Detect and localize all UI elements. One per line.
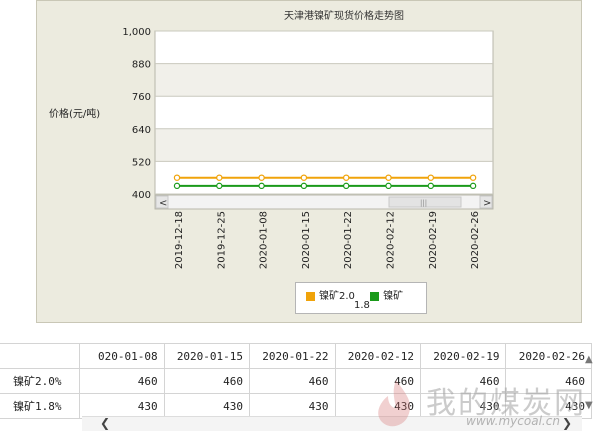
table-cell: 460 xyxy=(505,368,592,394)
data-table-area: 020-01-08 2020-01-15 2020-01-22 2020-02-… xyxy=(0,340,600,440)
chart-legend: 镍矿2.0 镍矿 1.8 xyxy=(295,282,427,314)
data-point xyxy=(469,182,477,190)
table-cell: 430 xyxy=(334,393,421,419)
column-header: 020-01-08 xyxy=(78,343,165,369)
table-vertical-scrollbar[interactable]: ▲ ▼ xyxy=(583,354,597,414)
y-tick-label: 760 xyxy=(132,92,151,103)
chevron-left-icon: < xyxy=(159,198,167,209)
table-cell: 460 xyxy=(419,368,507,394)
data-point xyxy=(173,182,181,190)
legend-swatch-green xyxy=(370,291,380,301)
column-header: 2020-02-12 xyxy=(334,343,421,369)
table-row: 镍矿2.0% 460 460 460 460 460 460 xyxy=(0,368,592,394)
data-point xyxy=(469,174,477,181)
data-point xyxy=(343,182,350,190)
data-point xyxy=(385,174,392,181)
table-header-row: 020-01-08 2020-01-15 2020-01-22 2020-02-… xyxy=(0,343,592,369)
table-cell: 430 xyxy=(419,393,507,419)
data-table: 020-01-08 2020-01-15 2020-01-22 2020-02-… xyxy=(0,343,592,419)
column-header: 2020-01-22 xyxy=(249,343,336,369)
chart-title: 天津港镍矿现货价格走势图 xyxy=(284,9,404,22)
column-header: 2020-02-26 xyxy=(505,343,592,369)
legend-label-2-wrap: 1.8 xyxy=(354,300,370,311)
y-axis-label: 价格(元/吨) xyxy=(49,107,100,120)
legend-swatch-orange xyxy=(306,291,315,301)
data-point xyxy=(258,174,265,181)
chevron-left-icon[interactable]: ❮ xyxy=(100,416,110,430)
x-tick-label: 2020-02-12 xyxy=(386,211,397,269)
chart-panel: 天津港镍矿现货价格走势图 1,000 880 760 640 520 400 价格(元/吨) <… xyxy=(36,0,582,323)
y-tick-label: 520 xyxy=(132,157,151,168)
y-tick-label: 640 xyxy=(132,125,151,136)
table-cell: 430 xyxy=(505,393,592,419)
x-tick-label: 2020-01-08 xyxy=(259,211,270,269)
price-chart: 天津港镍矿现货价格走势图 1,000 880 760 640 520 400 价格(元/吨) <… xyxy=(49,9,494,269)
table-corner xyxy=(0,343,80,369)
chevron-right-icon[interactable]: ❯ xyxy=(562,416,572,430)
scroll-up-icon[interactable]: ▲ xyxy=(585,354,593,365)
plot-band xyxy=(155,128,493,162)
table-cell: 460 xyxy=(334,368,421,394)
y-tick-label: 1,000 xyxy=(122,27,151,38)
column-header: 2020-02-19 xyxy=(419,343,507,369)
plot-band xyxy=(155,31,493,64)
chevron-right-icon: > xyxy=(483,198,491,209)
plot-band xyxy=(155,63,493,97)
data-point xyxy=(300,182,308,190)
table-row: 镍矿1.8% 430 430 430 430 430 430 xyxy=(0,393,592,419)
table-cell: 430 xyxy=(163,393,251,419)
data-point xyxy=(427,182,434,190)
table-cell: 430 xyxy=(249,393,336,419)
table-cell: 430 xyxy=(78,393,165,419)
x-tick-label: 2020-01-15 xyxy=(301,211,312,269)
column-header: 2020-01-15 xyxy=(163,343,251,369)
data-point xyxy=(427,174,434,181)
y-tick-label: 880 xyxy=(132,60,151,71)
row-label: 镍矿1.8% xyxy=(0,393,80,419)
row-label: 镍矿2.0% xyxy=(0,368,80,394)
scroll-down-icon[interactable]: ▼ xyxy=(585,400,593,411)
table-cell: 460 xyxy=(78,368,165,394)
x-tick-label: 2019-12-25 xyxy=(216,211,227,269)
scroll-grip-icon: ||| xyxy=(420,199,427,207)
legend-label-1: 镍矿2.0 xyxy=(319,291,355,302)
data-point xyxy=(385,182,392,190)
data-point xyxy=(216,182,223,190)
data-point xyxy=(173,174,181,181)
x-tick-label: 2020-01-22 xyxy=(343,211,354,269)
legend-item-nickel-2[interactable]: 镍矿2.0 xyxy=(306,287,355,302)
table-cell: 460 xyxy=(249,368,336,394)
legend-label-2: 镍矿 xyxy=(383,291,404,302)
x-tick-label: 2019-12-18 xyxy=(174,211,185,269)
x-tick-label: 2020-02-26 xyxy=(470,211,481,269)
y-tick-label: 400 xyxy=(132,190,151,201)
data-point xyxy=(216,174,223,181)
x-tick-label: 2020-02-19 xyxy=(428,211,439,269)
data-point xyxy=(343,174,350,181)
table-cell: 460 xyxy=(163,368,251,394)
data-point xyxy=(258,182,265,190)
data-point xyxy=(300,174,308,181)
plot-band xyxy=(155,96,493,129)
legend-item-nickel-18[interactable]: 镍矿 xyxy=(370,287,403,302)
table-horizontal-scrollbar[interactable]: ❮ ❯ xyxy=(82,416,582,431)
